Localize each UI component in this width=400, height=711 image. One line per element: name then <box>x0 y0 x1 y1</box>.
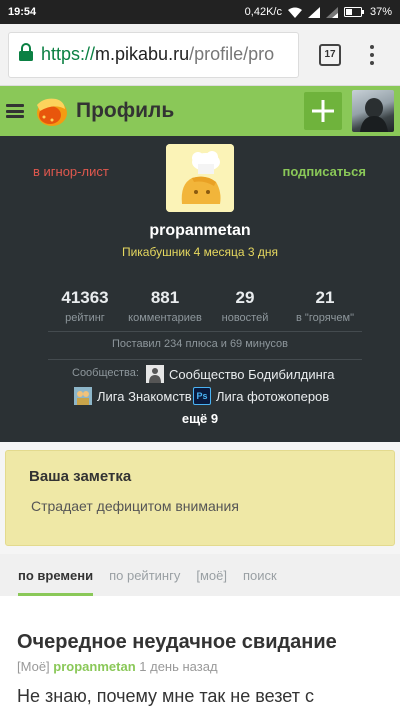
post-time: 1 день назад <box>139 659 218 674</box>
note-text: Страдает дефицитом внимания <box>31 498 239 514</box>
tab-switcher-button[interactable]: 17 <box>319 43 341 66</box>
page-title: Профиль <box>76 99 175 122</box>
address-bar[interactable]: https://m.pikabu.ru/profile/pro <box>8 31 299 78</box>
tab-by-time[interactable]: по времени <box>18 554 94 596</box>
battery-level: 37% <box>369 6 392 18</box>
signal-icon <box>307 6 320 18</box>
divider <box>48 331 362 332</box>
community-link[interactable]: Ps Лига фотожоперов <box>193 387 329 405</box>
post-tag[interactable]: [Моё] <box>17 659 50 674</box>
post-title[interactable]: Очередное неудачное свидание <box>17 631 337 654</box>
post-text: Не знаю, почему мне так не везет с <box>17 686 314 706</box>
note-title: Ваша заметка <box>29 468 132 485</box>
more-communities-link[interactable]: ещё 9 <box>0 411 400 426</box>
wifi-icon <box>287 7 302 18</box>
hamburger-menu-icon[interactable] <box>6 104 24 118</box>
community-link[interactable]: Лига Знакомств <box>74 387 192 405</box>
dating-league-icon <box>74 387 92 405</box>
user-note[interactable]: Ваша заметка Страдает дефицитом внимания <box>5 450 395 546</box>
status-indicators: 0,42K/c 37% <box>245 6 392 18</box>
add-post-button[interactable] <box>304 92 342 130</box>
tab-search[interactable]: поиск <box>243 554 277 596</box>
stat-comments[interactable]: 881 комментариев <box>125 288 205 324</box>
stat-value: 21 <box>315 288 335 307</box>
url-text: https://m.pikabu.ru/profile/pro <box>41 44 274 65</box>
tab-by-rating[interactable]: по рейтингу <box>109 554 180 596</box>
stat-rating: 41363 рейтинг <box>45 288 125 324</box>
subscribe-button[interactable]: подписаться <box>282 164 366 179</box>
divider <box>48 359 362 360</box>
profile-since: Пикабушник 4 месяца 3 дня <box>121 245 279 259</box>
url-scheme: https:// <box>41 44 96 64</box>
stat-value: 41363 <box>61 288 109 307</box>
community-name: Сообщество Бодибилдинга <box>169 366 335 382</box>
votes-summary: Поставил 234 плюса и 69 минусов <box>112 338 288 350</box>
pikabu-logo[interactable] <box>32 93 68 129</box>
battery-icon <box>343 7 364 17</box>
stat-hot[interactable]: 21 в "горячем" <box>285 288 365 324</box>
profile-stats: 41363 рейтинг 881 комментариев 29 новост… <box>45 288 365 324</box>
status-bar: 19:54 0,42K/c 37% <box>0 0 400 24</box>
app-header: Профиль <box>0 86 400 136</box>
lock-icon <box>19 43 33 66</box>
stat-value: 29 <box>235 288 255 307</box>
stat-label: рейтинг <box>65 312 105 324</box>
profile-avatar <box>166 144 234 212</box>
status-time: 19:54 <box>8 6 37 18</box>
browser-menu-button[interactable] <box>369 44 375 65</box>
community-link[interactable]: Сообщество Бодибилдинга <box>146 365 334 383</box>
sort-tabs: по времени по рейтингу [моё] поиск <box>0 554 400 596</box>
stat-label: комментариев <box>128 312 202 324</box>
post-author[interactable]: propanmetan <box>53 659 135 674</box>
stat-label: новостей <box>221 312 269 324</box>
bodybuilding-community-icon <box>146 365 164 383</box>
communities-label: Сообщества: <box>72 367 139 379</box>
stat-posts[interactable]: 29 новостей <box>205 288 285 324</box>
photoshop-league-icon: Ps <box>193 387 211 405</box>
community-name: Лига фотожоперов <box>216 388 330 404</box>
post-meta: [Моё] propanmetan 1 день назад <box>17 659 218 674</box>
stat-label: в "горячем" <box>296 312 354 324</box>
ignore-list-button[interactable]: в игнор-лист <box>33 164 109 179</box>
community-name: Лига Знакомств <box>97 388 192 404</box>
signal-icon-2 <box>325 6 338 18</box>
profile-username: propanmetan <box>149 222 251 239</box>
user-avatar[interactable] <box>352 90 394 132</box>
url-path: /profile/pro <box>189 44 275 64</box>
browser-toolbar: https://m.pikabu.ru/profile/pro 17 <box>0 24 400 86</box>
stat-value: 881 <box>150 288 180 307</box>
post-card: Очередное неудачное свидание [Моё] propa… <box>0 596 400 711</box>
profile-panel: в игнор-лист подписаться propanmetan Пик… <box>0 136 400 442</box>
network-speed: 0,42K/c <box>244 6 282 18</box>
plus-icon <box>312 100 334 122</box>
url-host: m.pikabu.ru <box>95 44 190 64</box>
tab-mine[interactable]: [моё] <box>196 554 227 596</box>
